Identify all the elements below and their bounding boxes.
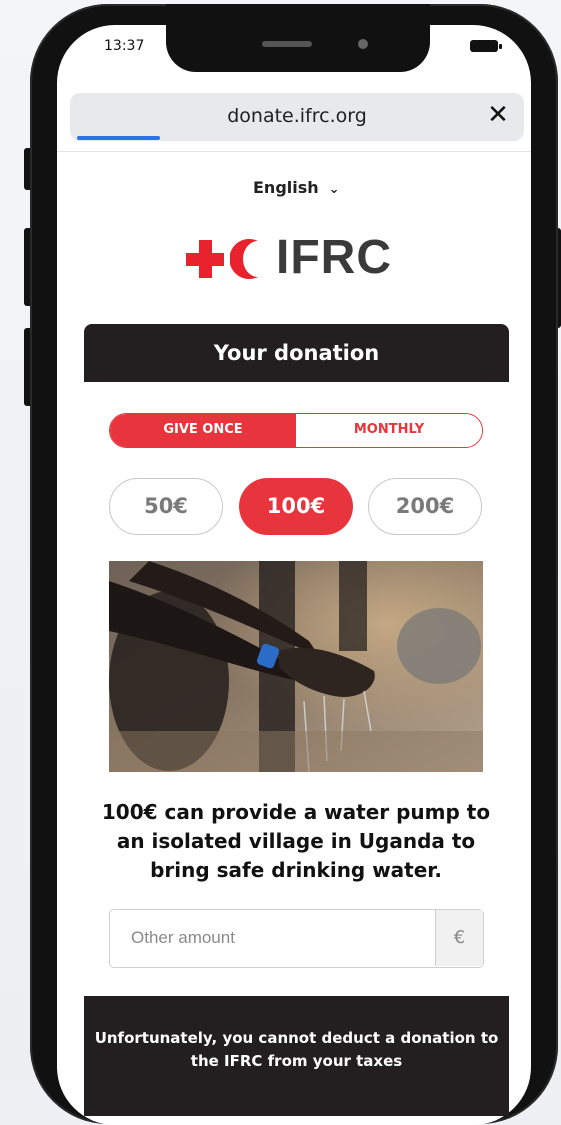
ifrc-logo: IFRC (186, 231, 416, 292)
red-cross-icon-vertical (199, 240, 212, 278)
red-crescent-icon (230, 239, 258, 279)
hands-washing-image (109, 561, 483, 772)
give-once-tab[interactable]: GIVE ONCE (110, 414, 296, 447)
url-text: donate.ifrc.org (227, 105, 367, 127)
language-selector[interactable]: English ⌄ (253, 178, 340, 197)
tax-notice-box: Unfortunately, you cannot deduct a donat… (84, 996, 509, 1116)
frequency-toggle: GIVE ONCE MONTHLY (109, 413, 483, 448)
chevron-down-icon: ⌄ (328, 182, 340, 197)
tax-notice-text: Unfortunately, you cannot deduct a donat… (94, 1029, 499, 1070)
currency-suffix: € (435, 910, 483, 966)
page-load-progress (77, 136, 160, 140)
url-bar[interactable]: donate.ifrc.org ✕ (70, 93, 524, 141)
impact-description: 100€ can provide a water pump to an isol… (101, 800, 491, 882)
battery-icon (470, 40, 502, 52)
speaker-grille (262, 41, 312, 47)
other-amount-input[interactable] (110, 910, 435, 966)
status-time: 13:37 (104, 38, 145, 54)
amount-200-button[interactable]: 200€ (368, 478, 482, 535)
front-camera (358, 39, 368, 49)
other-amount-field: € (109, 909, 484, 968)
logo-text: IFRC (276, 231, 392, 284)
amount-100-button[interactable]: 100€ (239, 478, 353, 535)
phone-notch (166, 4, 430, 72)
language-label: English (253, 178, 319, 197)
amount-50-button[interactable]: 50€ (109, 478, 223, 535)
close-icon[interactable]: ✕ (482, 99, 514, 131)
donation-heading: Your donation (84, 324, 509, 382)
monthly-tab[interactable]: MONTHLY (296, 414, 482, 447)
water-pump-photo (109, 561, 483, 772)
divider (57, 151, 531, 152)
